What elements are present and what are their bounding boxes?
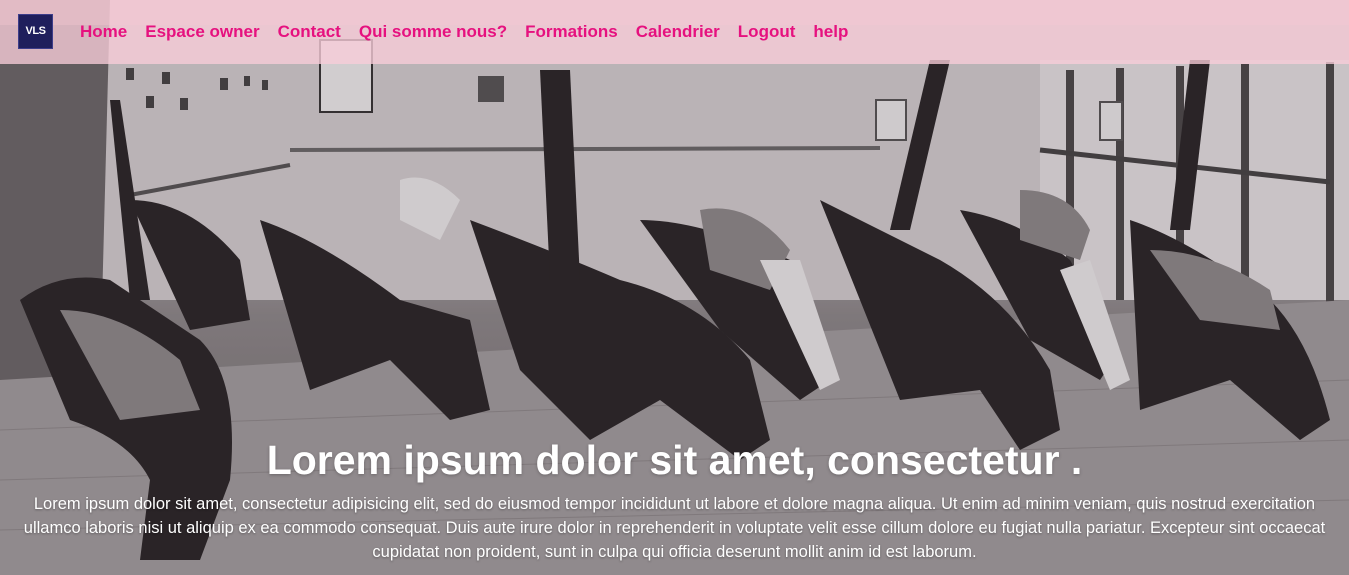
nav-link-help[interactable]: help [813,22,848,42]
hero-title: Lorem ipsum dolor sit amet, consectetur … [266,437,1083,483]
nav-link-calendrier[interactable]: Calendrier [636,22,720,42]
top-navbar: VLS Home Espace owner Contact Qui somme … [0,0,1349,64]
nav-link-qui-somme-nous[interactable]: Qui somme nous? [359,22,507,42]
nav-link-espace-owner[interactable]: Espace owner [145,22,259,42]
brand-logo[interactable]: VLS [18,13,53,49]
nav-links: Home Espace owner Contact Qui somme nous… [80,22,866,42]
nav-link-contact[interactable]: Contact [278,22,341,42]
hero-body-text: Lorem ipsum dolor sit amet, consectetur … [23,495,1326,561]
nav-link-formations[interactable]: Formations [525,22,618,42]
nav-link-home[interactable]: Home [80,22,127,42]
hero-text-block: Lorem ipsum dolor sit amet, consectetur … [0,434,1349,564]
nav-link-logout[interactable]: Logout [738,22,796,42]
hero-section: VLS Home Espace owner Contact Qui somme … [0,0,1349,575]
